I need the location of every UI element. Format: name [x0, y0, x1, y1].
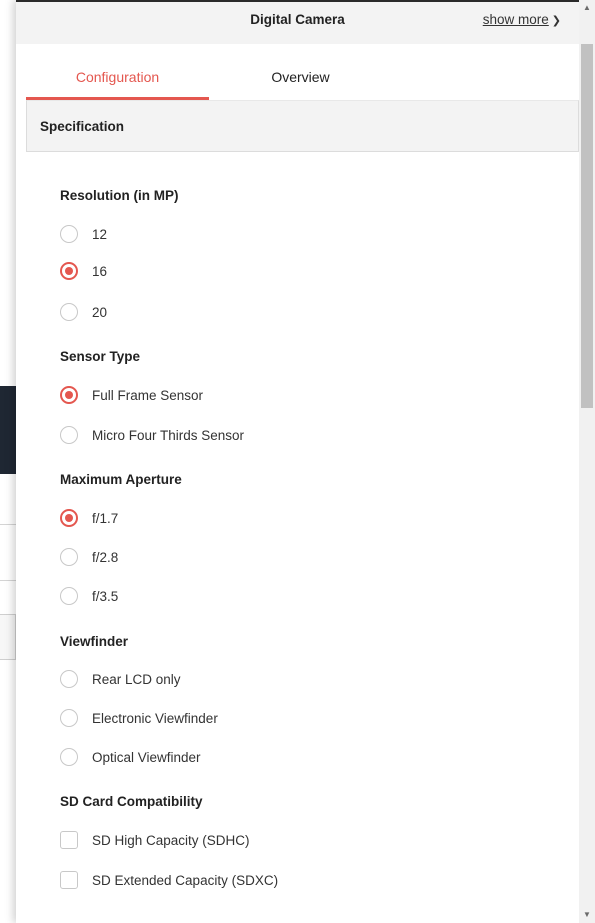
radio-button[interactable]: [60, 709, 78, 727]
aperture-option[interactable]: f/2.8: [60, 546, 118, 568]
sensor-type-group-title: Sensor Type: [60, 349, 141, 364]
sd-card-group-title: SD Card Compatibility: [60, 794, 203, 809]
resolution-option[interactable]: 12: [60, 223, 107, 245]
radio-button[interactable]: [60, 748, 78, 766]
show-more-label: show more: [482, 12, 549, 27]
resolution-option[interactable]: 20: [60, 301, 107, 323]
aperture-group-title: Maximum Aperture: [60, 472, 182, 487]
radio-button[interactable]: [60, 225, 78, 243]
scroll-down-arrow-icon[interactable]: ▼: [579, 907, 595, 923]
sd-card-option[interactable]: SD Extended Capacity (SDXC): [60, 869, 278, 891]
option-label: 16: [92, 263, 108, 279]
option-label: f/3.5: [92, 588, 119, 604]
tab-overview[interactable]: Overview: [209, 56, 392, 100]
viewfinder-option[interactable]: Electronic Viewfinder: [60, 707, 218, 729]
checkbox[interactable]: [60, 831, 78, 849]
radio-button[interactable]: [60, 426, 78, 444]
specification-section-header[interactable]: Specification: [26, 100, 579, 152]
option-label: Optical Viewfinder: [92, 749, 201, 765]
viewfinder-group-title: Viewfinder: [60, 634, 129, 649]
option-label: SD Extended Capacity (SDXC): [92, 872, 279, 888]
resolution-option[interactable]: 16: [60, 260, 107, 282]
radio-button[interactable]: [60, 670, 78, 688]
show-more-link[interactable]: show more ❯: [483, 12, 561, 27]
radio-button[interactable]: [60, 587, 78, 605]
radio-button-selected[interactable]: [60, 386, 78, 404]
radio-button[interactable]: [60, 548, 78, 566]
tab-configuration[interactable]: Configuration: [26, 56, 209, 100]
option-label: 12: [92, 226, 108, 242]
panel-header: Digital Camera show more ❯: [16, 0, 579, 44]
background-input-box: [0, 614, 16, 660]
configurator-panel: Digital Camera show more ❯ Configuration …: [16, 0, 595, 923]
section-title: Specification: [40, 119, 125, 134]
option-label: f/1.7: [92, 510, 119, 526]
sensor-type-option[interactable]: Full Frame Sensor: [60, 384, 203, 406]
option-label: SD High Capacity (SDHC): [92, 832, 250, 848]
vertical-scrollbar[interactable]: ▲ ▼: [579, 0, 595, 923]
aperture-option[interactable]: f/1.7: [60, 507, 118, 529]
sensor-type-option[interactable]: Micro Four Thirds Sensor: [60, 424, 244, 446]
option-label: 20: [92, 304, 108, 320]
option-label: Electronic Viewfinder: [92, 710, 218, 726]
scrollbar-thumb[interactable]: [581, 44, 593, 408]
resolution-group-title: Resolution (in MP): [60, 188, 179, 203]
radio-button-selected[interactable]: [60, 509, 78, 527]
radio-button[interactable]: [60, 303, 78, 321]
tab-bar: Configuration Overview: [26, 56, 579, 100]
chevron-down-icon: ❯: [551, 15, 561, 27]
viewfinder-option[interactable]: Optical Viewfinder: [60, 746, 201, 768]
aperture-option[interactable]: f/3.5: [60, 585, 118, 607]
option-label: f/2.8: [92, 549, 119, 565]
checkbox[interactable]: [60, 871, 78, 889]
option-label: Rear LCD only: [92, 671, 181, 687]
viewfinder-option[interactable]: Rear LCD only: [60, 668, 181, 690]
option-label: Micro Four Thirds Sensor: [92, 427, 245, 443]
radio-button-selected[interactable]: [60, 262, 78, 280]
scroll-up-arrow-icon[interactable]: ▲: [579, 0, 595, 16]
option-label: Full Frame Sensor: [92, 387, 204, 403]
sd-card-option[interactable]: SD High Capacity (SDHC): [60, 829, 250, 851]
